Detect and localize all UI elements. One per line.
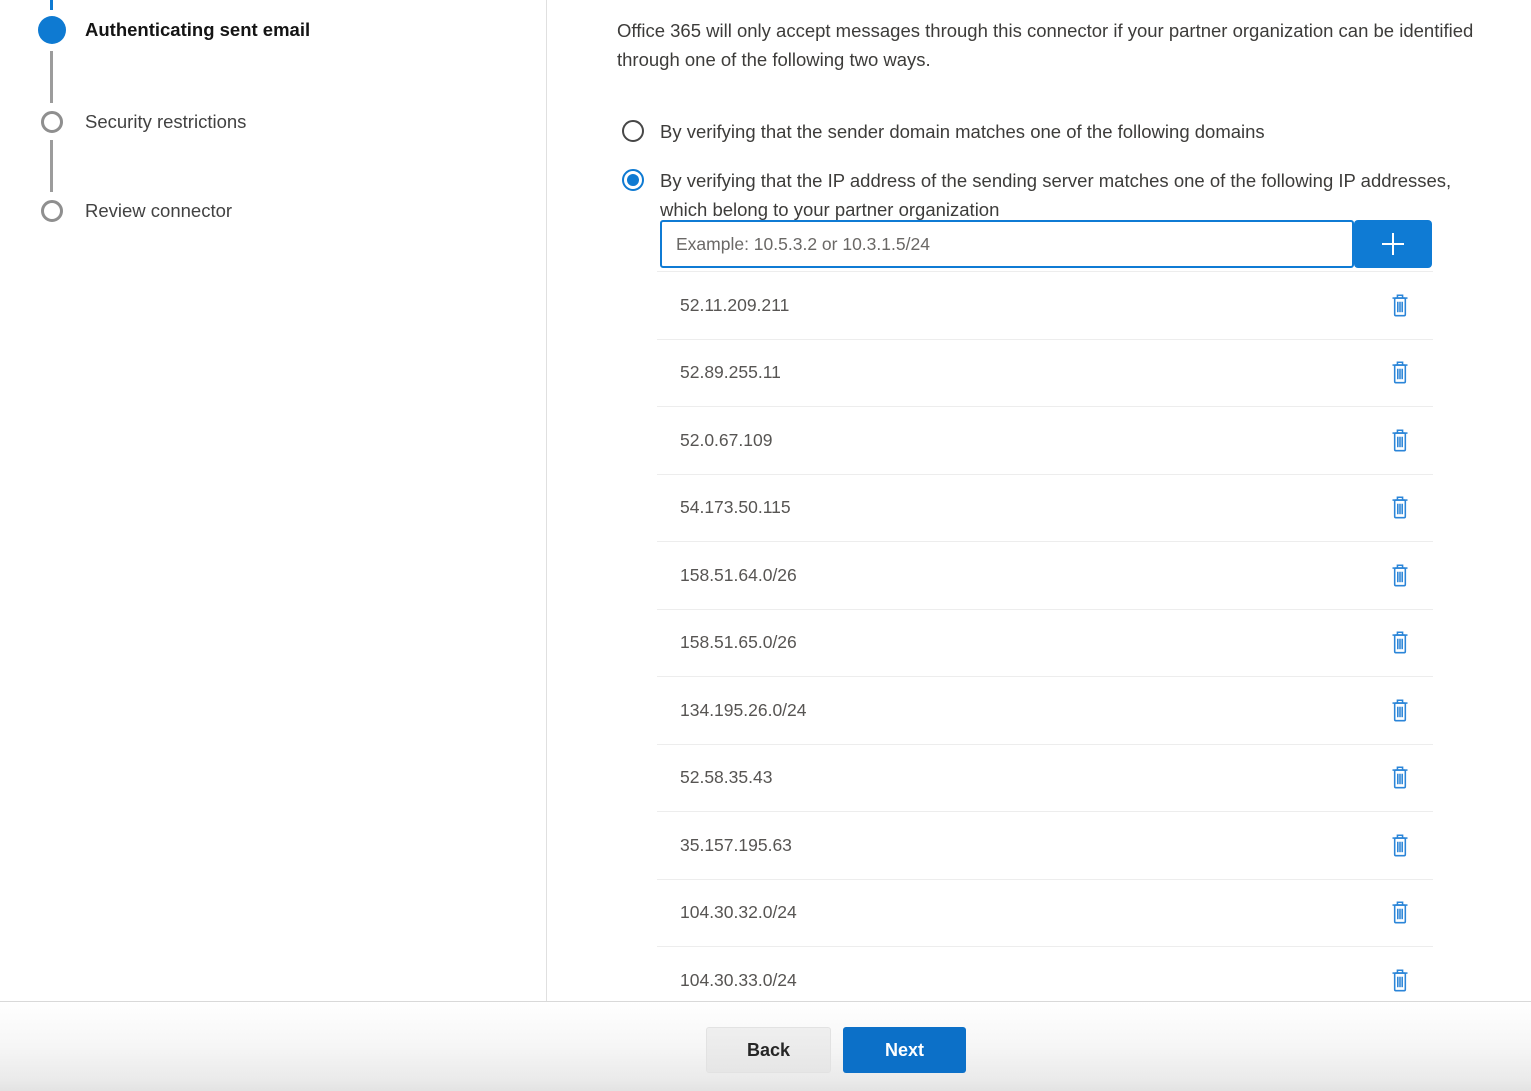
option-label: By verifying that the sender domain matc… (660, 117, 1265, 146)
ip-address-text: 104.30.32.0/24 (680, 902, 797, 923)
wizard-step-list: Authenticating sent email Security restr… (0, 16, 310, 222)
trash-icon (1389, 697, 1411, 724)
ip-address-text: 35.157.195.63 (680, 835, 792, 856)
delete-ip-button[interactable] (1387, 696, 1413, 724)
ip-address-text: 52.0.67.109 (680, 430, 772, 451)
ip-address-text: 104.30.33.0/24 (680, 970, 797, 991)
ip-address-text: 52.89.255.11 (680, 362, 781, 383)
trash-icon (1389, 629, 1411, 656)
plus-icon (1378, 229, 1408, 259)
wizard-steps-sidebar: Authenticating sent email Security restr… (0, 0, 546, 1001)
ip-list-row: 52.11.209.211 (657, 271, 1433, 339)
trash-icon (1389, 359, 1411, 386)
delete-ip-button[interactable] (1387, 494, 1413, 522)
wizard-step-0[interactable]: Authenticating sent email (38, 16, 310, 44)
trash-icon (1389, 494, 1411, 521)
step-label: Authenticating sent email (85, 19, 310, 41)
ip-address-text: 52.58.35.43 (680, 767, 772, 788)
wizard-step-2[interactable]: Review connector (38, 200, 310, 222)
connector-wizard-page: Authenticating sent email Security restr… (0, 0, 1531, 1091)
next-button[interactable]: Next (843, 1027, 966, 1073)
trash-icon (1389, 427, 1411, 454)
step-circle-icon (41, 111, 63, 133)
radio-selected[interactable] (622, 169, 644, 191)
back-button[interactable]: Back (706, 1027, 831, 1073)
ip-input-row (660, 220, 1432, 268)
delete-ip-button[interactable] (1387, 966, 1413, 994)
sidebar-divider (546, 0, 547, 1001)
delete-ip-button[interactable] (1387, 764, 1413, 792)
ip-address-text: 54.173.50.115 (680, 497, 791, 518)
step-connector-line (50, 51, 53, 103)
delete-ip-button[interactable] (1387, 831, 1413, 859)
step-connector-line-top (50, 0, 53, 10)
ip-list-row: 104.30.32.0/24 (657, 879, 1433, 947)
step-circle-icon (41, 200, 63, 222)
ip-list-row: 35.157.195.63 (657, 811, 1433, 879)
trash-icon (1389, 832, 1411, 859)
delete-ip-button[interactable] (1387, 426, 1413, 454)
ip-list-row: 158.51.64.0/26 (657, 541, 1433, 609)
verification-options: By verifying that the sender domain matc… (622, 117, 1478, 224)
delete-ip-button[interactable] (1387, 561, 1413, 589)
step-label: Security restrictions (85, 111, 246, 133)
trash-icon (1389, 764, 1411, 791)
ip-address-input[interactable] (660, 220, 1354, 268)
trash-icon (1389, 899, 1411, 926)
ip-list-row: 104.30.33.0/24 (657, 946, 1433, 1001)
ip-address-text: 52.11.209.211 (680, 295, 789, 316)
step-label: Review connector (85, 200, 232, 222)
option-label: By verifying that the IP address of the … (660, 166, 1478, 224)
ip-address-list: 52.11.209.211 52.89.255.11 (657, 271, 1433, 1001)
wizard-footer: Back Next (0, 1001, 1531, 1091)
ip-address-text: 134.195.26.0/24 (680, 700, 807, 721)
ip-list-row: 52.89.255.11 (657, 339, 1433, 407)
wizard-step-1[interactable]: Security restrictions (38, 111, 310, 133)
ip-list-row: 52.0.67.109 (657, 406, 1433, 474)
ip-list-row: 52.58.35.43 (657, 744, 1433, 812)
ip-address-text: 158.51.64.0/26 (680, 565, 797, 586)
step-circle-icon (38, 16, 66, 44)
delete-ip-button[interactable] (1387, 291, 1413, 319)
ip-list-row: 134.195.26.0/24 (657, 676, 1433, 744)
ip-address-text: 158.51.65.0/26 (680, 632, 797, 653)
add-ip-button[interactable] (1354, 220, 1432, 268)
ip-list-row: 158.51.65.0/26 (657, 609, 1433, 677)
ip-list-row: 54.173.50.115 (657, 474, 1433, 542)
delete-ip-button[interactable] (1387, 629, 1413, 657)
trash-icon (1389, 292, 1411, 319)
intro-text: Office 365 will only accept messages thr… (617, 16, 1529, 74)
delete-ip-button[interactable] (1387, 359, 1413, 387)
radio-unselected[interactable] (622, 120, 644, 142)
trash-icon (1389, 562, 1411, 589)
trash-icon (1389, 967, 1411, 994)
verification-option-0[interactable]: By verifying that the sender domain matc… (622, 117, 1478, 146)
verification-option-1[interactable]: By verifying that the IP address of the … (622, 166, 1478, 224)
delete-ip-button[interactable] (1387, 899, 1413, 927)
step-connector-line (50, 140, 53, 192)
